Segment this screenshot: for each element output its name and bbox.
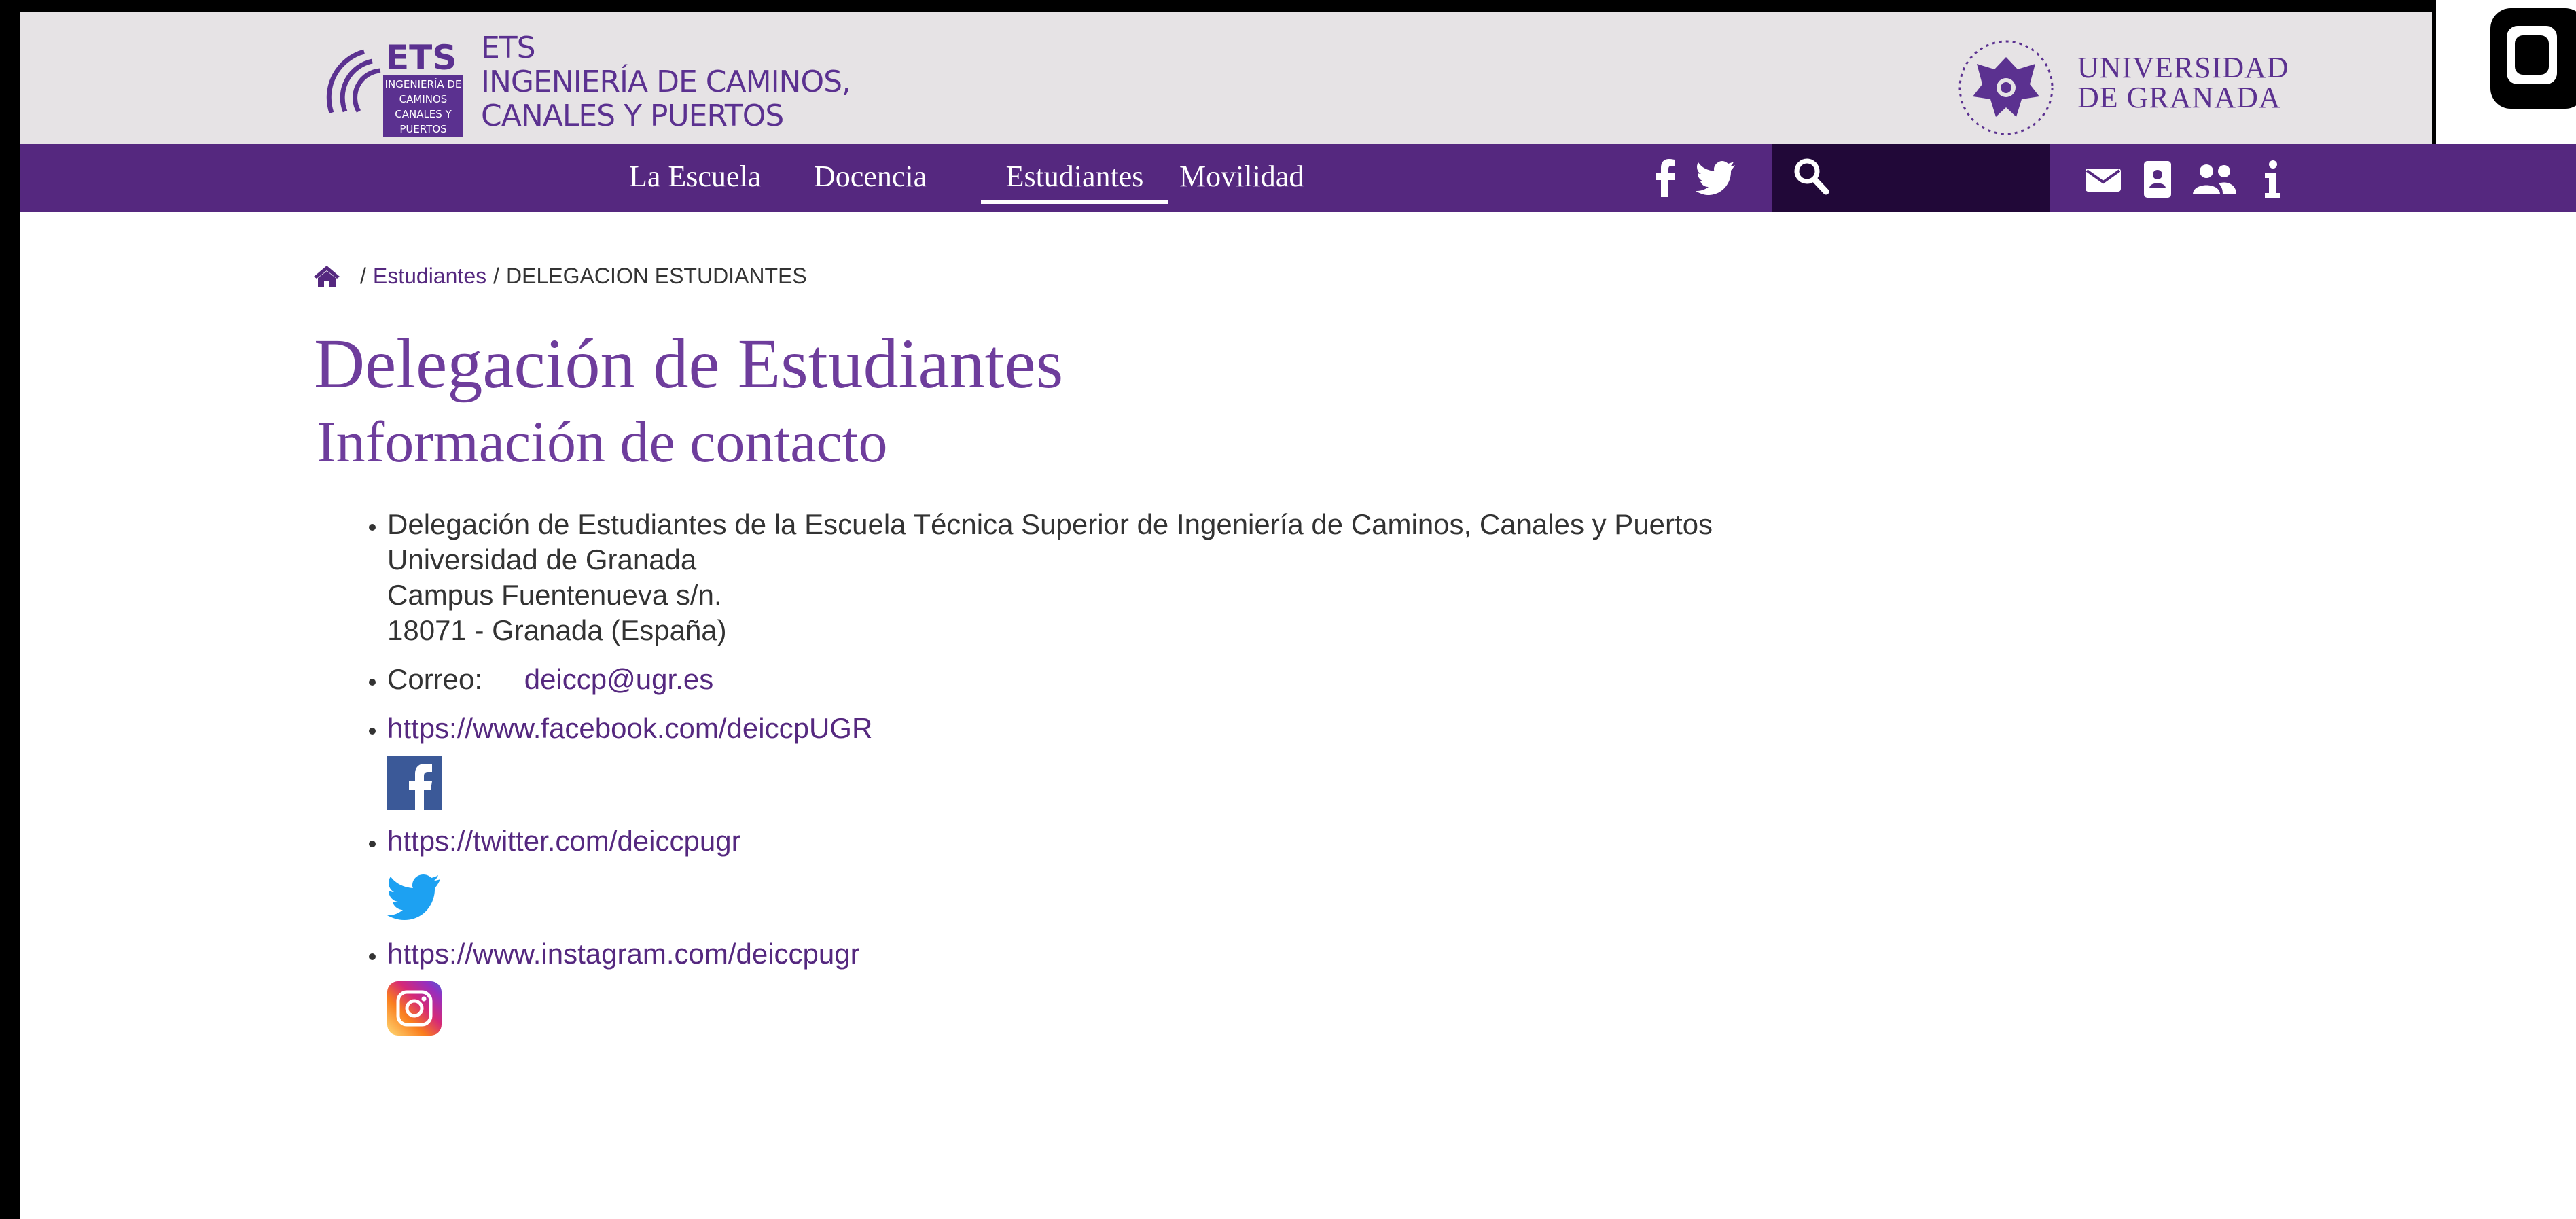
main-nav: La Escuela Docencia Estudiantes Movilida…	[20, 144, 2576, 212]
window-frame-top	[0, 0, 2576, 12]
window-frame-left	[0, 0, 20, 1219]
info-icon[interactable]	[2264, 160, 2281, 198]
instagram-logo-icon[interactable]	[387, 981, 442, 1036]
address-line: Campus Fuentenueva s/n.	[387, 579, 722, 611]
ets-logo[interactable]: ETS INGENIERÍA DE CAMINOS CANALES Y PUER…	[323, 38, 466, 139]
breadcrumb: / Estudiantes / DELEGACION ESTUDIANTES	[312, 264, 807, 289]
instagram-link[interactable]: https://www.instagram.com/deiccpugr	[387, 938, 860, 970]
breadcrumb-current: DELEGACION ESTUDIANTES	[506, 264, 807, 288]
contact-list: Delegación de Estudiantes de la Escuela …	[356, 507, 1713, 1049]
site-header: ETS INGENIERÍA DE CAMINOS CANALES Y PUER…	[20, 12, 2576, 144]
breadcrumb-separator: /	[493, 264, 499, 288]
svg-text:CANALES Y: CANALES Y	[395, 108, 452, 120]
address-line: Delegación de Estudiantes de la Escuela …	[387, 508, 1713, 540]
address-line: Universidad de Granada	[387, 544, 697, 576]
nav-item-movilidad[interactable]: Movilidad	[1179, 159, 1304, 194]
school-name-line-1: ETS	[481, 31, 536, 65]
university-name-line-1: UNIVERSIDAD	[2077, 51, 2289, 84]
nav-item-estudiantes[interactable]: Estudiantes	[981, 159, 1168, 204]
breadcrumb-separator: /	[360, 264, 366, 288]
school-name-line-2: INGENIERÍA DE CAMINOS,	[481, 65, 851, 99]
twitter-icon[interactable]	[1696, 159, 1735, 197]
facebook-link[interactable]: https://www.facebook.com/deiccpUGR	[387, 712, 872, 744]
svg-text:CAMINOS: CAMINOS	[399, 93, 448, 105]
list-item-address: Delegación de Estudiantes de la Escuela …	[387, 507, 1713, 648]
list-item-facebook: https://www.facebook.com/deiccpUGR	[387, 711, 1713, 810]
address-line: 18071 - Granada (España)	[387, 614, 727, 646]
home-icon[interactable]	[312, 264, 341, 289]
twitter-logo-icon[interactable]	[387, 868, 442, 923]
svg-text:ETS: ETS	[386, 38, 457, 77]
email-link[interactable]: deiccp@ugr.es	[524, 663, 713, 695]
svg-text:PUERTOS: PUERTOS	[399, 123, 446, 135]
school-name-line-3: CANALES Y PUERTOS	[481, 99, 784, 133]
breadcrumb-link-estudiantes[interactable]: Estudiantes	[373, 264, 486, 289]
university-name-line-2: DE GRANADA	[2077, 81, 2281, 114]
search-icon[interactable]	[1792, 156, 1830, 197]
rounded-square-icon[interactable]	[2490, 8, 2576, 109]
address-book-icon[interactable]	[2143, 160, 2174, 198]
facebook-logo-icon[interactable]	[387, 756, 442, 810]
list-item-email: Correo: deiccp@ugr.es	[387, 662, 1713, 697]
search-box[interactable]	[1772, 144, 2050, 212]
nav-item-la-escuela[interactable]: La Escuela	[629, 159, 761, 194]
nav-item-docencia[interactable]: Docencia	[814, 159, 927, 194]
page-title: Delegación de Estudiantes	[314, 325, 1064, 403]
section-title: Información de contacto	[317, 409, 888, 474]
list-item-instagram: https://www.instagram.com/deiccpugr	[387, 936, 1713, 1036]
facebook-icon[interactable]	[1653, 159, 1677, 197]
twitter-link[interactable]: https://twitter.com/deiccpugr	[387, 825, 741, 857]
email-label: Correo:	[387, 663, 483, 695]
ugr-seal-logo[interactable]	[1955, 37, 2057, 139]
university-name[interactable]: UNIVERSIDAD DE GRANADA	[2077, 53, 2289, 113]
school-name[interactable]: ETS INGENIERÍA DE CAMINOS, CANALES Y PUE…	[481, 31, 851, 133]
list-item-twitter: https://twitter.com/deiccpugr	[387, 824, 1713, 923]
users-icon[interactable]	[2192, 160, 2238, 198]
envelope-icon[interactable]	[2086, 160, 2121, 198]
svg-text:INGENIERÍA DE: INGENIERÍA DE	[385, 77, 462, 90]
corner-widget[interactable]	[2432, 0, 2576, 164]
